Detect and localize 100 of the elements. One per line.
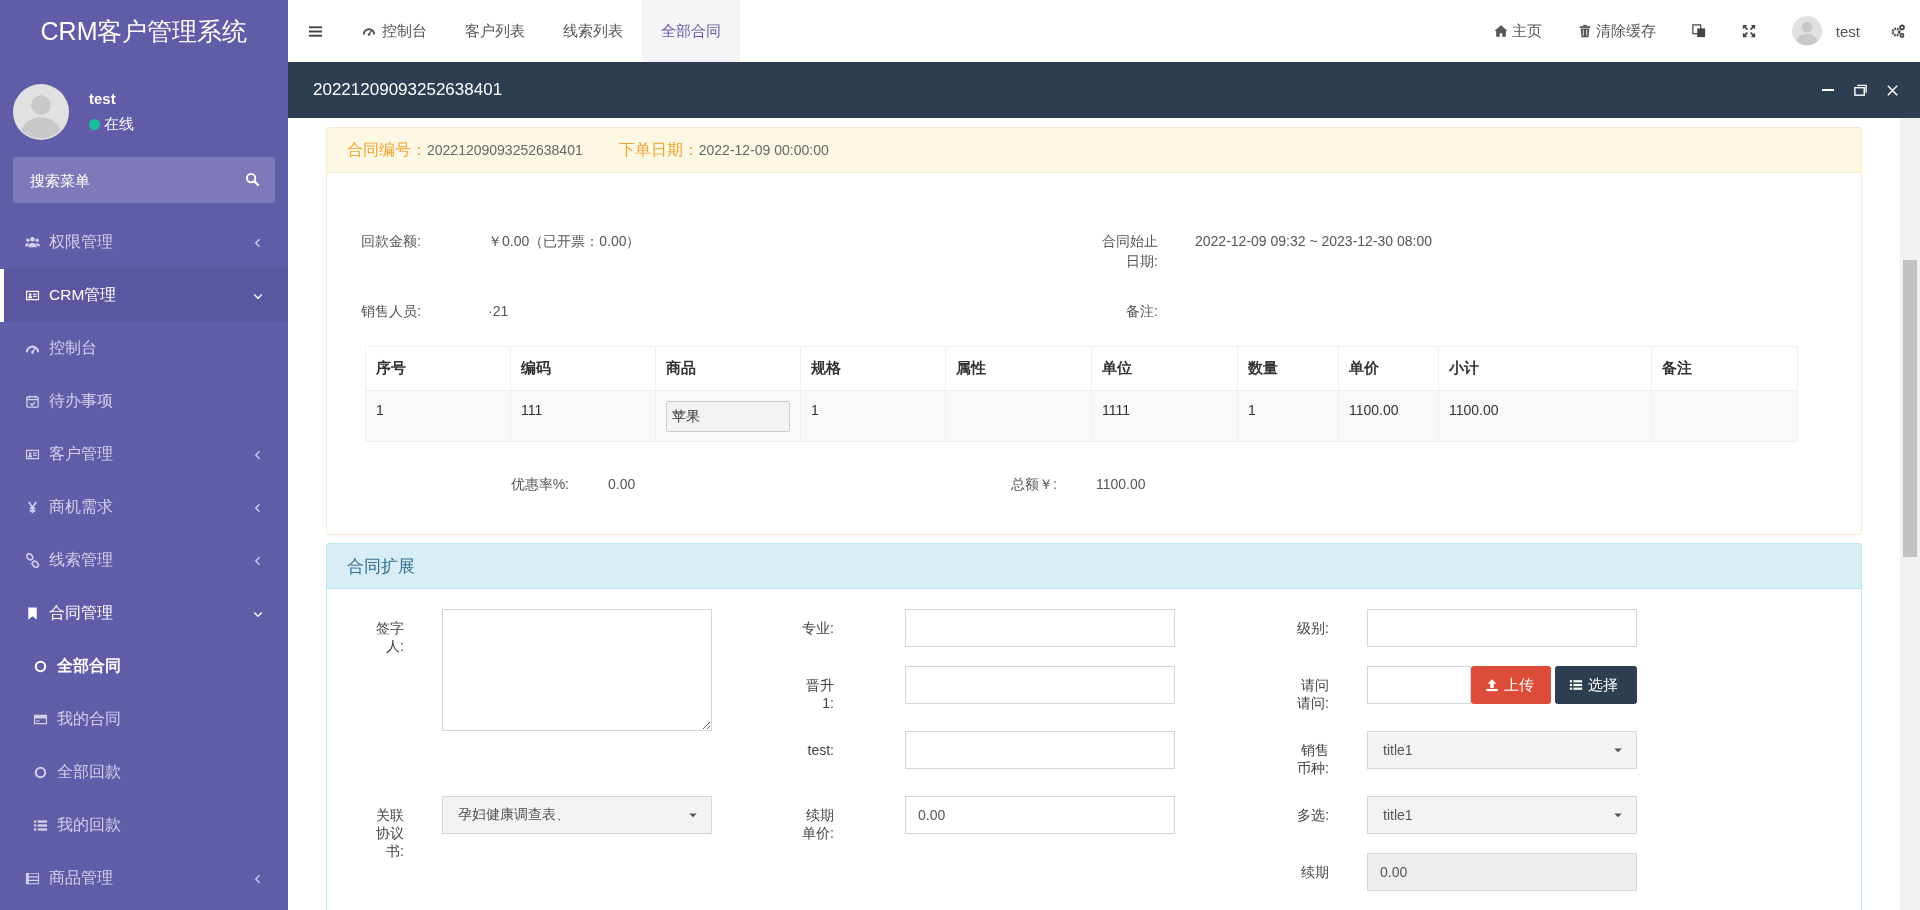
field-label: 合同始止日期: [1101, 232, 1158, 271]
upload-icon [1485, 678, 1499, 692]
select-button[interactable]: 选择 [1555, 666, 1637, 704]
list-icon [33, 818, 48, 833]
field-label: 续期单价: [801, 806, 834, 842]
user-name: test [89, 90, 117, 107]
table-cell: 1 [376, 402, 384, 418]
calendar-check-icon [25, 394, 40, 409]
column-header: 序号 [365, 346, 511, 391]
link-icon [25, 553, 40, 568]
table-cell: 111 [521, 402, 543, 418]
table-cell: 1100.00 [1449, 402, 1499, 418]
dialog-title: 20221209093252638401 [313, 80, 504, 100]
field-label: 备注: [1125, 302, 1158, 321]
fullscreen-icon [1741, 24, 1756, 38]
user-name[interactable]: test [1835, 22, 1860, 40]
scrollbar[interactable] [1900, 118, 1920, 910]
search-icon [245, 172, 260, 187]
nav-tab[interactable]: 全部合同 [642, 0, 740, 62]
dropdown[interactable]: 孕妇健康调查表、 [442, 796, 712, 834]
input-field[interactable]: 0.00 [1367, 853, 1637, 891]
input-field[interactable]: 0.00 [905, 796, 1175, 834]
nav-tab[interactable]: 客户列表 [446, 0, 544, 62]
user-status: 在线 [104, 115, 134, 134]
field-value: 0.00 [608, 475, 637, 494]
field-label: 总额￥: [1010, 475, 1057, 494]
header-link[interactable]: 清除缓存 [1559, 0, 1674, 62]
sidebar-menu-item[interactable]: 待办事项 [0, 375, 288, 428]
field-label: 回款金额: [360, 232, 421, 251]
table-icon [25, 871, 40, 886]
column-header: 编码 [510, 346, 656, 391]
column-header: 商品 [655, 346, 801, 391]
search-field[interactable]: 搜索菜单 [13, 157, 275, 203]
table-cell: 1100.00 [1349, 402, 1399, 418]
field-label: 销售币种: [1296, 741, 1329, 777]
field-label: 专业: [802, 619, 834, 637]
field-label: 晋升1: [805, 676, 834, 712]
field-label: 请问请问: [1296, 676, 1329, 712]
field-label: 下单日期： [618, 139, 699, 160]
card-icon [33, 712, 48, 727]
sidebar-menu-item[interactable]: 商机需求 [0, 481, 288, 534]
sidebar-menu-item[interactable]: 线索管理 [0, 534, 288, 587]
circle-icon [33, 765, 48, 780]
avatar-icon [1791, 16, 1822, 46]
field-value: 1100.00 [1096, 475, 1147, 494]
sidebar-menu-item[interactable]: 全部回款 [0, 746, 288, 799]
field-label: 签字人: [375, 619, 404, 655]
input-field[interactable] [1367, 609, 1637, 647]
field-label: test: [807, 741, 834, 759]
field-label: 续期 [1301, 863, 1329, 881]
circle-icon [33, 659, 48, 674]
field-value: 2022-12-09 00:00:00 [698, 141, 829, 158]
column-header: 备注 [1651, 346, 1798, 391]
column-header: 规格 [800, 346, 946, 391]
sidebar-menu-item[interactable]: CRM管理 [0, 269, 288, 322]
input-field[interactable] [905, 731, 1175, 769]
header-link[interactable]: 主页 [1475, 0, 1560, 62]
column-header: 单位 [1091, 346, 1238, 391]
column-header: 数量 [1237, 346, 1339, 391]
product-field[interactable]: 苹果 [666, 401, 790, 432]
sidebar-menu-item[interactable]: 客户管理 [0, 428, 288, 481]
status-dot-icon [89, 119, 100, 130]
minimize-icon [1822, 89, 1834, 91]
column-header: 属性 [945, 346, 1092, 391]
yen-icon [25, 500, 40, 515]
text-area[interactable] [442, 609, 712, 731]
nav-tab[interactable]: 线索列表 [544, 0, 642, 62]
sidebar-menu-item[interactable]: 全部合同 [0, 640, 288, 693]
dropdown[interactable]: title1 [1367, 731, 1637, 769]
sidebar-menu-item[interactable]: 我的合同 [0, 693, 288, 746]
app-title: CRM客户管理系统 [39, 15, 249, 47]
list-icon [1569, 678, 1583, 692]
input-field[interactable] [1367, 666, 1471, 704]
trash-icon [1577, 24, 1592, 38]
input-field[interactable] [905, 609, 1175, 647]
sidebar-menu-item[interactable]: 商品管理 [0, 852, 288, 905]
dropdown[interactable]: title1 [1367, 796, 1637, 834]
field-label: 多选: [1297, 806, 1329, 824]
field-value: ·21 [488, 303, 509, 319]
sidebar-menu-item[interactable]: 合同管理 [0, 587, 288, 640]
panel-title: 合同扩展 [327, 544, 1861, 589]
bookmark-icon [25, 606, 40, 621]
nav-tab[interactable]: 控制台 [343, 0, 446, 62]
column-header: 单价 [1338, 346, 1439, 391]
id-card-icon [25, 447, 40, 462]
column-header: 小计 [1438, 346, 1652, 391]
restore-icon [1852, 82, 1868, 98]
field-label: 级别: [1297, 619, 1329, 637]
menu-icon [308, 23, 323, 39]
input-field[interactable] [905, 666, 1175, 704]
field-value: 20221209093252638401 [427, 141, 583, 158]
field-label: 优惠率%: [509, 475, 569, 494]
sidebar-menu-item[interactable]: 权限管理 [0, 216, 288, 269]
sidebar-menu-item[interactable]: 控制台 [0, 322, 288, 375]
sidebar-menu-item[interactable]: 我的回款 [0, 799, 288, 852]
upload-button[interactable]: 上传 [1471, 666, 1551, 704]
field-value: ￥0.00（已开票：0.00） [488, 233, 641, 249]
close-icon [1884, 82, 1900, 98]
table-cell: 1111 [1102, 402, 1131, 418]
id-card-icon [25, 288, 40, 303]
